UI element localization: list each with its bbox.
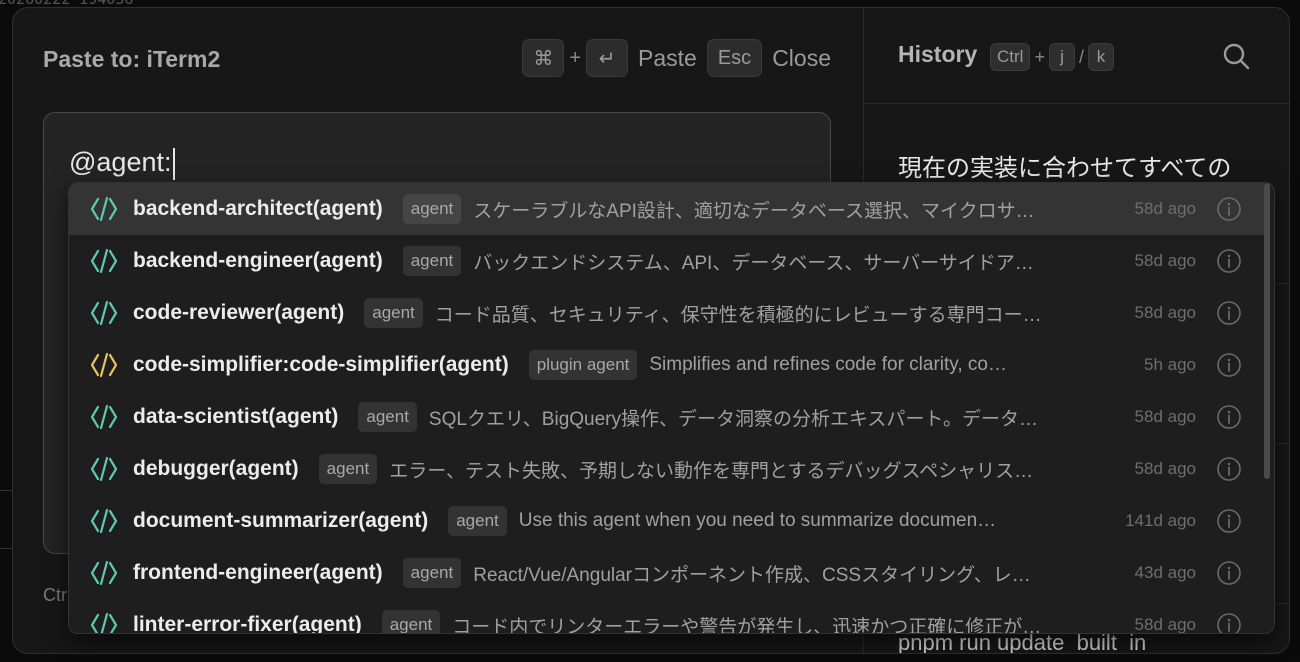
suggestion-name: frontend-engineer(agent) xyxy=(133,561,383,584)
type-badge: agent xyxy=(318,454,378,484)
last-used-time: 58d ago xyxy=(1134,615,1196,634)
info-icon[interactable] xyxy=(1216,456,1242,482)
last-used-time: 58d ago xyxy=(1134,407,1196,426)
suggestion-description: React/Vue/Angularコンポーネント作成、CSSスタイリング、レ… xyxy=(473,564,1031,586)
j-key: j xyxy=(1048,43,1075,71)
bottom-hint: Ctr xyxy=(43,585,67,605)
history-item[interactable]: 現在の実装に合わせてすべての xyxy=(898,148,1231,183)
scrollbar[interactable] xyxy=(1264,183,1270,479)
enter-key: ↵ xyxy=(586,39,629,77)
suggestion-row[interactable]: data-scientist(agent) agent SQLクエリ、BigQuer… xyxy=(69,391,1264,443)
last-used-time: 58d ago xyxy=(1134,251,1196,270)
plus-sign: + xyxy=(1034,46,1045,67)
suggestion-name: backend-architect(agent) xyxy=(133,197,383,220)
agent-suggestion-list[interactable]: backend-architect(agent) agent スケーラブルなAPI設… xyxy=(68,182,1275,634)
suggestion-description: コード品質、セキュリティ、保守性を積極的にレビューする専門コー… xyxy=(434,304,1042,326)
type-badge: agent xyxy=(402,558,462,588)
suggestion-row[interactable]: code-reviewer(agent) agent コード品質、セキュリティ、保守… xyxy=(69,287,1264,339)
info-icon[interactable] xyxy=(1216,196,1242,222)
agent-icon xyxy=(89,298,119,328)
suggestion-description: バックエンドシステム、API、データベース、サーバーサイドア… xyxy=(473,252,1034,274)
editor-text: @agent: xyxy=(69,147,172,177)
agent-icon xyxy=(89,454,119,484)
agent-icon xyxy=(89,246,119,276)
type-badge: agent xyxy=(358,402,417,432)
agent-icon xyxy=(89,506,119,536)
suggestion-name: linter-error-fixer(agent) xyxy=(133,613,362,634)
info-icon[interactable] xyxy=(1216,352,1242,378)
suggestion-row[interactable]: code-simplifier:code-simplifier(agent) pl… xyxy=(69,339,1264,391)
history-shortcut: Ctrl + j / k xyxy=(990,43,1114,71)
info-icon[interactable] xyxy=(1216,508,1242,534)
suggestion-row[interactable]: document-summarizer(agent) agent Use this … xyxy=(69,495,1264,547)
last-used-time: 58d ago xyxy=(1134,303,1196,322)
search-icon[interactable] xyxy=(1220,40,1252,72)
cmd-key: ⌘ xyxy=(522,39,565,77)
shortcut-hints: ⌘ + ↵ Paste Esc Close xyxy=(522,39,831,77)
suggestion-name: document-summarizer(agent) xyxy=(133,509,429,532)
suggestion-name: debugger(agent) xyxy=(133,457,299,480)
agent-icon xyxy=(89,610,119,633)
k-key: k xyxy=(1087,43,1114,71)
suggestion-description: SQLクエリ、BigQuery操作、データ洞察の分析エキスパート。データ… xyxy=(428,408,1039,430)
suggestion-name: backend-engineer(agent) xyxy=(133,249,383,272)
last-used-time: 58d ago xyxy=(1134,199,1196,218)
plugin-agent-icon xyxy=(89,350,119,380)
info-icon[interactable] xyxy=(1216,248,1242,274)
info-icon[interactable] xyxy=(1216,612,1242,633)
suggestion-description: Simplifies and refines code for clarity,… xyxy=(649,354,1007,375)
suggestion-row[interactable]: linter-error-fixer(agent) agent コード内でリンターエ… xyxy=(69,599,1264,634)
last-used-time: 141d ago xyxy=(1125,511,1196,530)
esc-key: Esc xyxy=(706,39,763,77)
editor-input[interactable]: @agent: xyxy=(69,147,176,180)
suggestion-name: code-simplifier:code-simplifier(agent) xyxy=(133,353,509,376)
suggestion-description: エラー、テスト失敗、予期しない動作を専門とするデバッグスペシャリス… xyxy=(389,460,1034,482)
close-button[interactable]: Close xyxy=(772,45,831,72)
text-caret xyxy=(173,147,176,180)
info-icon[interactable] xyxy=(1216,300,1242,326)
agent-icon xyxy=(89,558,119,588)
suggestion-name: data-scientist(agent) xyxy=(133,405,339,428)
slash-sign: / xyxy=(1078,46,1084,67)
history-title: History xyxy=(898,41,978,67)
last-used-time: 58d ago xyxy=(1134,459,1196,478)
info-icon[interactable] xyxy=(1216,560,1242,586)
paste-button[interactable]: Paste xyxy=(638,45,697,72)
ctrl-key: Ctrl xyxy=(990,43,1031,71)
last-used-time: 43d ago xyxy=(1134,563,1196,582)
agent-icon xyxy=(89,194,119,224)
suggestion-description: コード内でリンターエラーや警告が発生し、迅速かつ正確に修正が… xyxy=(452,616,1042,634)
suggestion-row[interactable]: frontend-engineer(agent) agent React/Vue/A… xyxy=(69,547,1264,599)
last-used-time: 5h ago xyxy=(1144,355,1196,374)
paste-title: Paste to: iTerm2 xyxy=(43,46,221,72)
type-badge: agent xyxy=(448,506,507,536)
terminal-divider xyxy=(0,490,12,491)
agent-icon xyxy=(89,402,119,432)
suggestion-name: code-reviewer(agent) xyxy=(133,301,345,324)
suggestion-row[interactable]: backend-architect(agent) agent スケーラブルなAPI設… xyxy=(69,183,1264,235)
terminal-divider xyxy=(0,548,12,549)
suggestion-row[interactable]: backend-engineer(agent) agent バックエンドシステム、A… xyxy=(69,235,1264,287)
plus-sign: + xyxy=(569,46,582,69)
type-badge: agent xyxy=(364,298,423,328)
suggestion-description: Use this agent when you need to summariz… xyxy=(518,510,997,531)
history-divider xyxy=(864,103,1289,104)
type-badge: agent xyxy=(402,246,462,276)
info-icon[interactable] xyxy=(1216,404,1242,430)
type-badge: plugin agent xyxy=(528,350,638,380)
type-badge: agent xyxy=(381,610,441,633)
type-badge: agent xyxy=(402,194,462,224)
suggestion-description: スケーラブルなAPI設計、適切なデータベース選択、マイクロサ… xyxy=(473,200,1035,222)
suggestion-row[interactable]: debugger(agent) agent エラー、テスト失敗、予期しない動作を専門… xyxy=(69,443,1264,495)
